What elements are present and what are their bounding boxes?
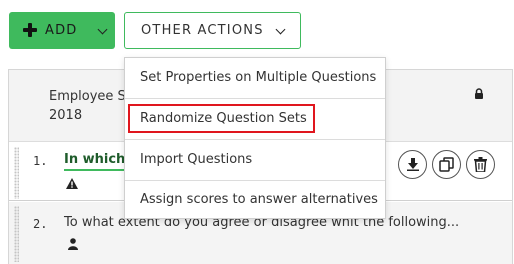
drag-handle[interactable] [14, 206, 19, 262]
highlight-box [128, 104, 315, 133]
other-actions-menu: Set Properties on Multiple Questions Ran… [124, 57, 386, 219]
lock-icon [475, 88, 483, 99]
menu-item-set-properties[interactable]: Set Properties on Multiple Questions [125, 58, 385, 98]
delete-button[interactable] [466, 150, 495, 179]
question-number: 2. [33, 217, 48, 231]
question-number: 1. [33, 154, 48, 168]
add-button-label: ADD [45, 23, 78, 38]
trash-icon [474, 157, 487, 172]
person-icon [68, 238, 78, 250]
plus-icon [23, 23, 37, 37]
download-button[interactable] [398, 150, 427, 179]
other-actions-button[interactable]: OTHER ACTIONS [124, 12, 301, 49]
warning-icon [66, 178, 78, 189]
menu-item-assign-scores[interactable]: Assign scores to answer alternatives [125, 180, 385, 220]
drag-handle[interactable] [14, 147, 19, 199]
copy-button[interactable] [432, 150, 461, 179]
add-button[interactable]: ADD [9, 12, 115, 49]
chevron-down-icon [97, 24, 108, 35]
other-actions-label: OTHER ACTIONS [141, 23, 264, 38]
copy-icon [439, 157, 454, 172]
download-icon [406, 158, 419, 171]
chevron-down-icon [275, 24, 286, 35]
menu-item-import-questions[interactable]: Import Questions [125, 140, 385, 180]
